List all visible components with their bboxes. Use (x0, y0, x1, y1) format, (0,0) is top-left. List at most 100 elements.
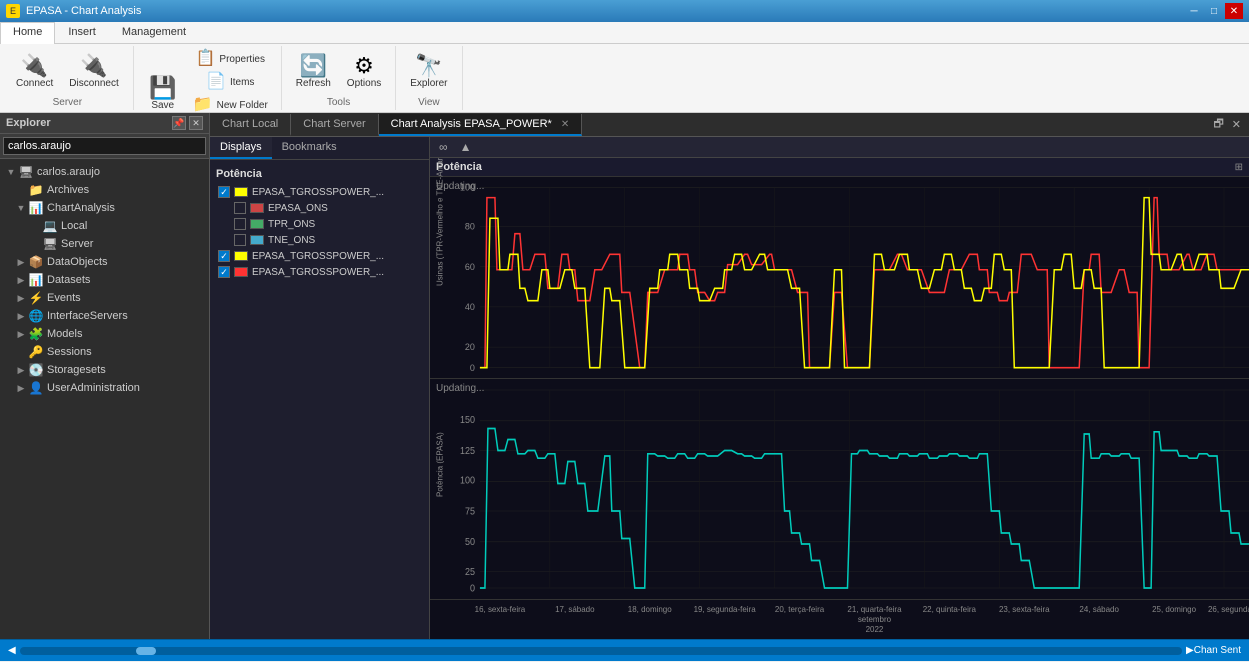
infinity-button[interactable]: ∞ (436, 139, 451, 155)
explorer-title: Explorer (6, 117, 51, 129)
options-button[interactable]: ⚙ Options (341, 51, 387, 93)
tree-item-sessions[interactable]: 🔑 Sessions (0, 343, 209, 361)
chk-epasa-tgrosspower3[interactable]: ✓ (218, 266, 230, 278)
top-chart-expand-icon[interactable]: ⊞ (1235, 162, 1243, 173)
connect-label: Connect (16, 78, 53, 89)
properties-button[interactable]: 📋 Properties (188, 48, 273, 70)
tree-item-interfaceservers[interactable]: ▶ 🌐 InterfaceServers (0, 307, 209, 325)
tree-item-events[interactable]: ▶ ⚡ Events (0, 289, 209, 307)
local-icon: 💻 (42, 219, 58, 233)
tab-insert[interactable]: Insert (55, 22, 109, 43)
connect-button[interactable]: 🔌 Connect (10, 51, 59, 93)
tab-chart-local[interactable]: Chart Local (210, 114, 291, 136)
storagesets-icon: 💽 (28, 363, 44, 377)
svg-text:60: 60 (465, 262, 475, 272)
svg-text:150: 150 (460, 415, 475, 427)
new-folder-label: New Folder (217, 100, 268, 111)
chk-tpr-ons[interactable] (234, 218, 246, 230)
svg-text:26, segunda-feira: 26, segunda-feira (1208, 605, 1249, 614)
tree-item-local[interactable]: 💻 Local (0, 217, 209, 235)
chk-epasa-tgrosspower-group[interactable]: ✓ (218, 186, 230, 198)
tab-management[interactable]: Management (109, 22, 199, 43)
svg-text:25: 25 (465, 566, 475, 578)
tab-displays[interactable]: Displays (210, 137, 272, 159)
displays-content: Potência ✓ EPASA_TGROSSPOWER_... EPASA_O… (210, 160, 429, 639)
tree-item-models[interactable]: ▶ 🧩 Models (0, 325, 209, 343)
tree-item-server[interactable]: 🖥 Server (0, 235, 209, 253)
bottom-chart-svg: 0 25 50 75 100 125 150 (430, 379, 1249, 599)
label-epasa-tgrosspower2: EPASA_TGROSSPOWER_... (252, 251, 384, 262)
svg-text:25, domingo: 25, domingo (1152, 605, 1196, 614)
dock-button[interactable]: ✕ (1228, 116, 1245, 133)
chart-right-pane: ∞ ▲ Potência ⊞ (430, 137, 1249, 639)
save-button[interactable]: 💾 Save (142, 73, 184, 115)
color-epasa-tgrosspower-group (234, 187, 248, 197)
ribbon-group-tools: 🔄 Refresh ⚙ Options Tools (282, 46, 396, 110)
tree-item-useradmin[interactable]: ▶ 👤 UserAdministration (0, 379, 209, 397)
tree-item-dataobjects[interactable]: ▶ 📦 DataObjects (0, 253, 209, 271)
expand-datasets-icon: ▶ (14, 275, 28, 286)
top-chart-corner-controls: ⊞ (1231, 161, 1243, 173)
chart-panel-tabs: Displays Bookmarks (210, 137, 429, 160)
label-epasa-tgrosspower3: EPASA_TGROSSPOWER_... (252, 267, 384, 278)
tree-item-chartanalysis[interactable]: ▼ 📊 ChartAnalysis (0, 199, 209, 217)
minimize-button[interactable]: ─ (1185, 3, 1203, 19)
ribbon-group-view: 🔭 Explorer View (396, 46, 462, 110)
connect-icon: 🔌 (21, 55, 48, 77)
tree-item-archives[interactable]: 📁 Archives (0, 181, 209, 199)
chk-epasa-ons[interactable] (234, 202, 246, 214)
svg-text:0: 0 (470, 583, 475, 595)
interfaceservers-label: InterfaceServers (47, 310, 205, 322)
svg-text:16, sexta-feira: 16, sexta-feira (475, 605, 526, 614)
items-button[interactable]: 📄 Items (188, 71, 273, 93)
close-button[interactable]: ✕ (1225, 3, 1243, 19)
events-label: Events (47, 292, 205, 304)
ribbon-group-server: 🔌 Connect 🔌 Disconnect Server (2, 46, 134, 110)
explorer-close-button[interactable]: ✕ (189, 116, 203, 130)
display-item-epasa-ons[interactable]: EPASA_ONS (214, 200, 425, 216)
up-button[interactable]: ▲ (457, 139, 475, 155)
status-bar: ◀ ▶ Chan Sent (0, 639, 1249, 661)
top-chart-header: Potência ⊞ (430, 158, 1249, 177)
scroll-thumb (136, 647, 156, 655)
tree-item-root[interactable]: ▼ 🖥 carlos.araujo (0, 163, 209, 181)
server-label: Server (61, 238, 205, 250)
label-epasa-ons: EPASA_ONS (268, 203, 328, 214)
refresh-button[interactable]: 🔄 Refresh (290, 51, 337, 93)
maximize-button[interactable]: □ (1205, 3, 1223, 19)
display-item-epasa-tgrosspower-group[interactable]: ✓ EPASA_TGROSSPOWER_... (214, 184, 425, 200)
display-item-epasa-tgrosspower2[interactable]: ✓ EPASA_TGROSSPOWER_... (214, 248, 425, 264)
display-item-epasa-tgrosspower3[interactable]: ✓ EPASA_TGROSSPOWER_... (214, 264, 425, 280)
scroll-track[interactable] (20, 647, 1182, 655)
chk-tne-ons[interactable] (234, 234, 246, 246)
save-icon: 💾 (149, 77, 176, 99)
explorer-search-input[interactable] (3, 137, 206, 155)
display-item-tpr-ons[interactable]: TPR_ONS (214, 216, 425, 232)
display-item-tne-ons[interactable]: TNE_ONS (214, 232, 425, 248)
disconnect-button[interactable]: 🔌 Disconnect (63, 51, 124, 93)
server-icon: 🖥 (42, 237, 58, 251)
bottom-chart-updating: Updating... (436, 383, 484, 394)
prev-scroll-button[interactable]: ◀ (8, 645, 16, 656)
next-scroll-button[interactable]: ▶ (1186, 645, 1194, 656)
label-tne-ons: TNE_ONS (268, 235, 315, 246)
tree-item-storagesets[interactable]: ▶ 💽 Storagesets (0, 361, 209, 379)
explorer-pin-button[interactable]: 📌 (172, 116, 186, 130)
svg-text:19, segunda-feira: 19, segunda-feira (694, 605, 757, 614)
sessions-icon: 🔑 (28, 345, 44, 359)
tab-bookmarks[interactable]: Bookmarks (272, 137, 347, 159)
svg-text:17, sábado: 17, sábado (555, 605, 595, 614)
expand-useradmin-icon: ▶ (14, 383, 28, 394)
tab-chart-server[interactable]: Chart Server (291, 114, 378, 136)
float-button[interactable]: 🗗 (1209, 113, 1227, 136)
chk-epasa-tgrosspower2[interactable]: ✓ (218, 250, 230, 262)
tab-close-icon[interactable]: ✕ (561, 119, 569, 130)
svg-text:50: 50 (465, 537, 475, 549)
datasets-label: Datasets (47, 274, 205, 286)
tab-chart-analysis[interactable]: Chart Analysis EPASA_POWER* ✕ (379, 114, 583, 136)
tree-item-datasets[interactable]: ▶ 📊 Datasets (0, 271, 209, 289)
tab-home[interactable]: Home (0, 22, 55, 44)
refresh-label: Refresh (296, 78, 331, 89)
explorer-button[interactable]: 🔭 Explorer (404, 51, 453, 93)
color-epasa-tgrosspower3 (234, 267, 248, 277)
